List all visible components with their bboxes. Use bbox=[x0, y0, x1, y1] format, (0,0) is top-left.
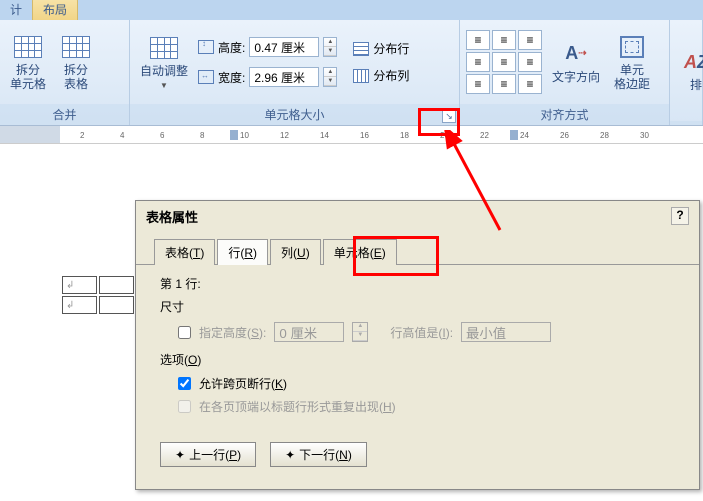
width-label: 宽度: bbox=[218, 69, 245, 86]
ribbon-body: 拆分 单元格 拆分 表格 合并 自动调整 ▼ ↕ bbox=[0, 20, 703, 125]
dialog-title: 表格属性 bbox=[146, 207, 198, 226]
specify-height-label: 指定高度(S): bbox=[199, 324, 266, 341]
text-direction-button[interactable]: A⇢ 文字方向 bbox=[548, 38, 604, 86]
arrange-icon: AZ bbox=[680, 48, 703, 76]
row-height-type-select bbox=[461, 322, 551, 342]
distribute-cols-button[interactable]: 分布列 bbox=[351, 65, 411, 86]
svg-text:30: 30 bbox=[640, 131, 649, 140]
align-bl[interactable]: ≡ bbox=[466, 74, 490, 94]
svg-text:10: 10 bbox=[240, 131, 249, 140]
align-ml[interactable]: ≡ bbox=[466, 52, 490, 72]
allow-break-checkbox[interactable] bbox=[178, 377, 191, 390]
group-label-align: 对齐方式 bbox=[460, 104, 669, 125]
svg-text:24: 24 bbox=[520, 131, 529, 140]
svg-text:14: 14 bbox=[320, 131, 329, 140]
distribute-rows-icon bbox=[353, 42, 369, 56]
specify-height-checkbox[interactable] bbox=[178, 326, 191, 339]
dialog-tab-cell[interactable]: 单元格(E) bbox=[323, 239, 397, 265]
svg-text:12: 12 bbox=[280, 131, 289, 140]
split-cells-button[interactable]: 拆分 单元格 bbox=[6, 31, 50, 94]
svg-text:18: 18 bbox=[400, 131, 409, 140]
distribute-rows-button[interactable]: 分布行 bbox=[351, 38, 411, 59]
autofit-icon bbox=[148, 34, 180, 62]
row-header-label: 第 1 行: bbox=[160, 275, 675, 292]
width-input[interactable] bbox=[249, 67, 319, 87]
align-tc[interactable]: ≡ bbox=[492, 30, 516, 50]
autofit-button[interactable]: 自动调整 ▼ bbox=[136, 32, 192, 91]
repeat-header-checkbox bbox=[178, 400, 191, 413]
tab-design[interactable]: 计 bbox=[0, 0, 32, 20]
ruler[interactable]: 246 81012 141618 202224 262830 bbox=[0, 126, 703, 144]
dialog-tabs: 表格(T) 行(R) 列(U) 单元格(E) bbox=[136, 232, 699, 265]
align-mr[interactable]: ≡ bbox=[518, 52, 542, 72]
svg-text:2: 2 bbox=[80, 131, 85, 140]
split-table-button[interactable]: 拆分 表格 bbox=[56, 31, 96, 94]
align-tr[interactable]: ≡ bbox=[518, 30, 542, 50]
next-row-button[interactable]: ✦下一行(N) bbox=[270, 442, 367, 467]
dialog-help-button[interactable]: ? bbox=[671, 207, 689, 225]
height-input[interactable] bbox=[249, 37, 319, 57]
height-value-input bbox=[274, 322, 344, 342]
cell-margins-icon bbox=[616, 33, 648, 61]
options-section-label: 选项(O) bbox=[160, 351, 675, 368]
svg-text:26: 26 bbox=[560, 131, 569, 140]
svg-text:22: 22 bbox=[480, 131, 489, 140]
text-direction-icon: A⇢ bbox=[560, 40, 592, 68]
group-label-merge: 合并 bbox=[0, 104, 129, 125]
svg-text:4: 4 bbox=[120, 131, 125, 140]
align-tl[interactable]: ≡ bbox=[466, 30, 490, 50]
prev-row-button[interactable]: ✦上一行(P) bbox=[160, 442, 256, 467]
allow-break-label: 允许跨页断行(K) bbox=[199, 375, 287, 392]
height-spinner-dlg: ▲▼ bbox=[352, 322, 368, 342]
height-label: 高度: bbox=[218, 39, 245, 56]
svg-text:8: 8 bbox=[200, 131, 205, 140]
tab-layout[interactable]: 布局 bbox=[32, 0, 78, 20]
distribute-cols-icon bbox=[353, 69, 369, 83]
alignment-grid: ≡ ≡ ≡ ≡ ≡ ≡ ≡ ≡ ≡ bbox=[466, 30, 542, 94]
arrange-button[interactable]: AZ 排 bbox=[676, 46, 703, 94]
table-properties-dialog: 表格属性 ? 表格(T) 行(R) 列(U) 单元格(E) 第 1 行: 尺寸 … bbox=[135, 200, 700, 490]
split-table-icon bbox=[60, 33, 92, 61]
height-spinner[interactable]: ▲▼ bbox=[323, 37, 337, 57]
repeat-header-label: 在各页顶端以标题行形式重复出现(H) bbox=[199, 398, 396, 415]
svg-text:16: 16 bbox=[360, 131, 369, 140]
svg-text:20: 20 bbox=[440, 131, 449, 140]
split-cells-icon bbox=[12, 33, 44, 61]
height-icon: ↕ bbox=[198, 40, 214, 54]
ribbon: 计 布局 拆分 单元格 拆分 表格 合并 自动调整 bbox=[0, 0, 703, 126]
align-bc[interactable]: ≡ bbox=[492, 74, 516, 94]
width-icon: ↔ bbox=[198, 70, 214, 84]
cellsize-dialog-launcher[interactable]: ↘ bbox=[442, 109, 456, 123]
width-spinner[interactable]: ▲▼ bbox=[323, 67, 337, 87]
ribbon-tabs: 计 布局 bbox=[0, 0, 703, 20]
align-mc[interactable]: ≡ bbox=[492, 52, 516, 72]
document-table[interactable]: ↲ ↲ bbox=[60, 274, 136, 316]
cell-margins-button[interactable]: 单元 格边距 bbox=[610, 31, 654, 94]
group-label-cellsize: 单元格大小 ↘ bbox=[130, 104, 459, 125]
svg-text:28: 28 bbox=[600, 131, 609, 140]
row-height-is-label: 行高值是(I): bbox=[390, 324, 453, 341]
size-section-label: 尺寸 bbox=[160, 298, 675, 315]
svg-text:6: 6 bbox=[160, 131, 165, 140]
dialog-tab-row[interactable]: 行(R) bbox=[217, 239, 268, 265]
align-br[interactable]: ≡ bbox=[518, 74, 542, 94]
dialog-tab-column[interactable]: 列(U) bbox=[270, 239, 321, 265]
dialog-tab-table[interactable]: 表格(T) bbox=[154, 239, 215, 265]
